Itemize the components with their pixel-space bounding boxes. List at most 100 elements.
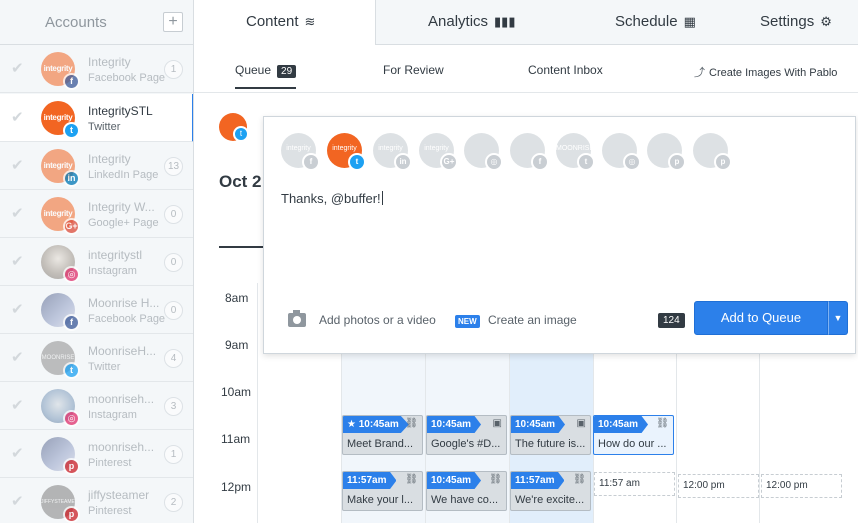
tab-analytics[interactable]: Analytics ▮▮▮ bbox=[428, 0, 516, 45]
check-icon[interactable]: ✔ bbox=[11, 348, 24, 366]
camera-icon[interactable] bbox=[288, 310, 306, 327]
chevron-down-icon[interactable]: ▼ bbox=[828, 301, 848, 335]
check-icon[interactable]: ✔ bbox=[11, 252, 24, 270]
link-icon: ⛓ bbox=[405, 418, 418, 429]
composer-profile[interactable]: integrity G+ bbox=[419, 133, 458, 171]
tab-label: Queue bbox=[235, 63, 272, 77]
tab-for-review[interactable]: For Review bbox=[383, 63, 444, 77]
add-to-queue-button[interactable]: Add to Queue bbox=[694, 301, 828, 335]
link-icon: ⛓ bbox=[656, 418, 669, 429]
add-media-link[interactable]: Add photos or a video bbox=[319, 313, 436, 327]
pablo-link[interactable]: ⤴ Create Images With Pablo bbox=[694, 64, 837, 80]
post-text: Meet Brand... bbox=[347, 438, 414, 450]
facebook-icon: f bbox=[302, 153, 320, 171]
post-text: We're excite... bbox=[515, 494, 585, 506]
account-type: LinkedIn Page bbox=[88, 169, 159, 181]
empty-time-slot[interactable]: 11:57 am bbox=[594, 472, 675, 496]
check-icon[interactable]: ✔ bbox=[11, 396, 24, 414]
account-name: moonriseh... bbox=[88, 440, 155, 454]
composer-profile[interactable]: integrity f bbox=[281, 133, 320, 171]
account-item[interactable]: ✔ integrity t IntegritySTL Twitter bbox=[0, 94, 193, 142]
account-item[interactable]: ✔ integrity G+ Integrity W... Google+ Pa… bbox=[0, 190, 193, 238]
account-item[interactable]: ✔ p moonriseh... Pinterest 1 bbox=[0, 430, 193, 478]
scheduled-post[interactable]: 10:45am ▣ The future is... bbox=[510, 415, 591, 455]
check-icon[interactable]: ✔ bbox=[11, 59, 24, 77]
scheduled-post[interactable]: 10:45am ⛓ We have co... bbox=[426, 471, 507, 511]
account-name: moonriseh... bbox=[88, 392, 155, 406]
account-name: Moonrise H... bbox=[88, 296, 160, 310]
link-icon: ⛓ bbox=[573, 474, 586, 485]
composer-profile[interactable]: p bbox=[647, 133, 686, 171]
empty-time-slot[interactable]: 12:00 pm bbox=[678, 474, 759, 498]
queue-count-badge: 3 bbox=[164, 397, 183, 416]
twitter-icon: t bbox=[63, 122, 80, 139]
tab-content[interactable]: Content ≋ bbox=[194, 0, 376, 46]
check-icon[interactable]: ✔ bbox=[11, 108, 24, 126]
queue-count-badge: 13 bbox=[164, 157, 184, 176]
account-item[interactable]: ✔ f Moonrise H... Facebook Page 0 bbox=[0, 286, 193, 334]
scheduled-post[interactable]: 11:57am ⛓ We're excite... bbox=[510, 471, 591, 511]
avatar-text: integrity bbox=[378, 145, 403, 152]
account-name: Integrity W... bbox=[88, 200, 155, 214]
scheduled-post[interactable]: 11:57am ⛓ Make your l... bbox=[342, 471, 423, 511]
layers-icon: ≋ bbox=[304, 14, 316, 29]
facebook-icon: f bbox=[531, 153, 549, 171]
composer-profile[interactable]: integrity in bbox=[373, 133, 412, 171]
check-icon[interactable]: ✔ bbox=[11, 300, 24, 318]
check-icon[interactable]: ✔ bbox=[11, 204, 24, 222]
link-icon: ⛓ bbox=[489, 474, 502, 485]
tab-settings[interactable]: Settings ⚙ bbox=[760, 0, 832, 45]
tab-schedule[interactable]: Schedule ▦ bbox=[615, 0, 696, 45]
check-icon[interactable]: ✔ bbox=[11, 444, 24, 462]
account-item[interactable]: ✔ MOONRISE t MoonriseH... Twitter 4 bbox=[0, 334, 193, 382]
pablo-label: Create Images With Pablo bbox=[709, 67, 838, 79]
linkedin-icon: in bbox=[394, 153, 412, 171]
time-label: 8am bbox=[225, 291, 249, 305]
composer-textarea[interactable]: Thanks, @buffer! bbox=[281, 191, 383, 206]
composer-profile[interactable]: MOONRISE t bbox=[556, 133, 595, 171]
avatar-text: integrity bbox=[286, 145, 311, 152]
composer-profile[interactable]: f bbox=[510, 133, 549, 171]
avatar-text: integrity bbox=[332, 145, 357, 152]
empty-time-slot[interactable]: 12:00 pm bbox=[761, 474, 842, 498]
account-item[interactable]: ✔ integrity f Integrity Facebook Page 1 bbox=[0, 45, 193, 93]
account-item[interactable]: ✔ ◎ integritystl Instagram 0 bbox=[0, 238, 193, 286]
create-image-link[interactable]: Create an image bbox=[488, 313, 577, 327]
post-text: Make your l... bbox=[347, 494, 414, 506]
account-type: Pinterest bbox=[88, 505, 132, 517]
scheduled-post[interactable]: ★ 10:45am ⛓ Meet Brand... bbox=[342, 415, 423, 455]
queue-count-badge: 1 bbox=[164, 60, 183, 79]
scheduled-post[interactable]: 10:45am ▣ Google's #D... bbox=[426, 415, 507, 455]
instagram-icon: ◎ bbox=[63, 410, 80, 427]
queue-count-badge: 29 bbox=[277, 65, 297, 78]
composer-profile[interactable]: ◎ bbox=[464, 133, 503, 171]
account-name: Integrity bbox=[88, 152, 131, 166]
scheduled-post[interactable]: 10:45am ⛓ How do our ... bbox=[593, 415, 674, 455]
time-label: 10am bbox=[221, 385, 252, 399]
composer-profile[interactable]: p bbox=[693, 133, 732, 171]
composer-profile[interactable]: ◎ bbox=[602, 133, 641, 171]
post-time: ★ 10:45am bbox=[343, 416, 409, 433]
twitter-icon: t bbox=[348, 153, 366, 171]
check-icon[interactable]: ✔ bbox=[11, 156, 24, 174]
tab-queue[interactable]: Queue 29 bbox=[235, 63, 297, 89]
pablo-icon: ⤴ bbox=[694, 67, 705, 79]
time-label: 9am bbox=[225, 338, 249, 352]
text-cursor bbox=[381, 191, 383, 205]
tab-content-inbox[interactable]: Content Inbox bbox=[528, 63, 603, 77]
grid-line bbox=[257, 283, 258, 523]
account-type: Facebook Page bbox=[88, 72, 166, 84]
composer-profile[interactable]: integrity t bbox=[327, 133, 366, 171]
account-name: MoonriseH... bbox=[88, 344, 157, 358]
check-icon[interactable]: ✔ bbox=[11, 492, 24, 510]
time-label: 12pm bbox=[221, 480, 252, 494]
add-account-button[interactable]: + bbox=[163, 12, 183, 32]
account-item[interactable]: ✔ integrity in Integrity LinkedIn Page 1… bbox=[0, 142, 193, 190]
account-item[interactable]: ✔ ◎ moonriseh... Instagram 3 bbox=[0, 382, 193, 430]
post-composer: integrity f integrity t integrity in int… bbox=[263, 116, 856, 354]
account-type: Instagram bbox=[88, 409, 137, 421]
pinterest-icon: p bbox=[63, 458, 80, 475]
post-text: Google's #D... bbox=[431, 438, 501, 450]
avatar-text: integrity bbox=[424, 145, 449, 152]
account-item[interactable]: ✔ JIFFYSTEAMER p jiffysteamer Pinterest … bbox=[0, 478, 193, 523]
